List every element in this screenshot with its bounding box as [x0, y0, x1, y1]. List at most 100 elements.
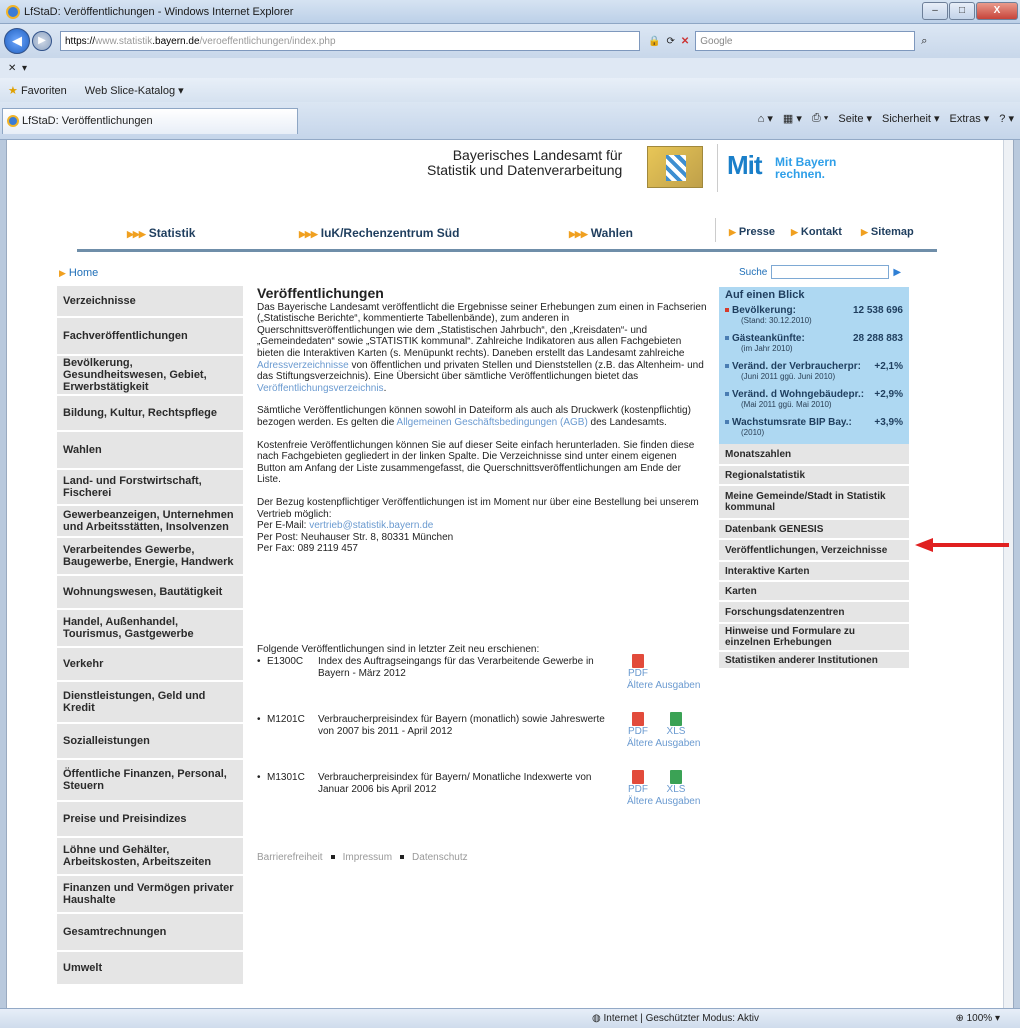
sidebar-item-finanzen-vermoegen[interactable]: Finanzen und Vermögen privater Haushalte: [57, 876, 243, 914]
sidebar-item-bildung[interactable]: Bildung, Kultur, Rechtspflege: [57, 396, 243, 432]
xls-download[interactable]: XLS: [665, 770, 687, 795]
menu-sicherheit[interactable]: Sicherheit ▾: [882, 112, 940, 125]
pub-code: E1300C: [267, 656, 304, 667]
sidebar-item-wahlen[interactable]: Wahlen: [57, 432, 243, 470]
glance-item[interactable]: Veränd. der Verbraucherpr: +2,1% (Juni 2…: [725, 361, 907, 387]
tab-current[interactable]: LfStaD: Veröffentlichungen: [2, 107, 298, 134]
sidebar-item-wohnungswesen[interactable]: Wohnungswesen, Bautätigkeit: [57, 576, 243, 610]
pdf-download[interactable]: PDF: [627, 654, 649, 679]
zoom-label: 100%: [966, 1013, 993, 1024]
right-nav-regionalstatistik[interactable]: Regionalstatistik: [719, 466, 909, 486]
right-nav-veroeffentlichungen[interactable]: Veröffentlichungen, Verzeichnisse: [719, 540, 909, 562]
sidebar-item-umwelt[interactable]: Umwelt: [57, 952, 243, 986]
pub-code: M1301C: [267, 772, 305, 783]
older-editions-link[interactable]: Ältere Ausgaben: [627, 680, 700, 691]
right-nav-interaktive-karten[interactable]: Interaktive Karten: [719, 562, 909, 582]
favorites-button[interactable]: ★ Favoriten: [8, 84, 67, 97]
tab-bar: LfStaD: Veröffentlichungen ⌂ ▾ ▦ ▾ ⎙ ▾ S…: [0, 102, 1020, 140]
close-tab-icon[interactable]: ✕: [8, 63, 16, 74]
right-nav-forschungsdatenzentren[interactable]: Forschungsdatenzentren: [719, 602, 909, 624]
sidebar-item-gewerbeanzeigen[interactable]: Gewerbeanzeigen, Unternehmen und Arbeits…: [57, 506, 243, 538]
search-label: Suche: [739, 266, 768, 278]
nav-kontakt[interactable]: ▶ Kontakt: [791, 226, 842, 238]
forward-button[interactable]: ▶: [32, 31, 52, 51]
nav-iuk[interactable]: ▶▶▶ IuK/Rechenzentrum Süd: [299, 226, 459, 240]
sidebar-item-landwirtschaft[interactable]: Land- und Forstwirtschaft, Fischerei: [57, 470, 243, 506]
bullet-icon: [725, 336, 729, 340]
glance-item[interactable]: Gästeankünfte: 28 288 883 (im Jahr 2010): [725, 333, 907, 359]
close-button[interactable]: X: [976, 2, 1018, 20]
glance-item[interactable]: Veränd. d Wohngebäudepr.: +2,9% (Mai 201…: [725, 389, 907, 415]
right-nav-hinweise[interactable]: Hinweise und Formulare zu einzelnen Erhe…: [719, 624, 909, 652]
older-editions-link[interactable]: Ältere Ausgaben: [627, 796, 700, 807]
sidebar-item-bevoelkerung[interactable]: Bevölkerung, Gesundheitswesen, Gebiet, E…: [57, 356, 243, 396]
help-icon[interactable]: ? ▾: [999, 112, 1014, 125]
link-email[interactable]: vertrieb@statistik.bayern.de: [309, 520, 433, 531]
search-icon[interactable]: ⌕: [921, 35, 927, 48]
link-veroeffentlichungsverzeichnis[interactable]: Veröffentlichungsverzeichnis: [257, 383, 384, 394]
vertical-scrollbar[interactable]: [1003, 140, 1013, 1008]
home-icon[interactable]: ⌂ ▾: [758, 112, 773, 125]
link-adressverzeichnisse[interactable]: Adressverzeichnisse: [257, 360, 349, 371]
web-slice-button[interactable]: Web Slice-Katalog ▾: [85, 84, 184, 97]
url-field[interactable]: https:// www.statistik .bayern.de /veroe…: [60, 31, 640, 51]
back-button[interactable]: ◀: [4, 28, 30, 54]
glance-sub: (Juni 2011 ggü. Juni 2010): [741, 372, 836, 381]
pub-description: Verbraucherpreisindex für Bayern (monatl…: [318, 714, 605, 737]
stop-icon[interactable]: ✕: [681, 36, 689, 47]
maximize-button[interactable]: □: [949, 2, 975, 20]
search-go-icon[interactable]: ▶: [893, 267, 901, 278]
pdf-download[interactable]: PDF: [627, 712, 649, 737]
security-zone[interactable]: ◍ Internet | Geschützter Modus: Aktiv: [592, 1013, 759, 1024]
nav-sitemap[interactable]: ▶ Sitemap: [861, 226, 914, 238]
pdf-icon: [632, 654, 644, 668]
glance-item[interactable]: Bevölkerung: 12 538 696 (Stand: 30.12.20…: [725, 305, 907, 331]
sidebar-item-handel[interactable]: Handel, Außenhandel, Tourismus, Gastgewe…: [57, 610, 243, 648]
refresh-icon[interactable]: ⟳: [666, 36, 674, 47]
nav-presse[interactable]: ▶ Presse: [729, 226, 775, 238]
convert-icon[interactable]: ▾: [22, 63, 27, 74]
print-icon[interactable]: ⎙ ▾: [812, 112, 828, 125]
lock-icon[interactable]: 🔒: [648, 36, 660, 47]
sidebar-item-dienstleistungen[interactable]: Dienstleistungen, Geld und Kredit: [57, 682, 243, 724]
glance-value: +3,9%: [874, 417, 903, 428]
right-nav-monatszahlen[interactable]: Monatszahlen: [719, 444, 909, 466]
search-engine-input[interactable]: Google: [695, 31, 916, 51]
nav-statistik[interactable]: ▶▶▶ Statistik: [127, 226, 195, 240]
right-nav-genesis[interactable]: Datenbank GENESIS: [719, 520, 909, 540]
arrow-icon: ▶▶▶: [569, 229, 588, 239]
sidebar-item-loehne[interactable]: Löhne und Gehälter, Arbeitskosten, Arbei…: [57, 838, 243, 876]
right-nav-karten[interactable]: Karten: [719, 582, 909, 602]
glance-label: Veränd. d Wohngebäudepr.:: [732, 389, 865, 400]
pdf-download[interactable]: PDF: [627, 770, 649, 795]
sidebar-item-fachveroeffentlichungen[interactable]: Fachveröffentlichungen: [57, 318, 243, 356]
sidebar-item-verzeichnisse[interactable]: Verzeichnisse: [57, 286, 243, 318]
mit-logo[interactable]: Mit: [727, 150, 763, 181]
xls-download[interactable]: XLS: [665, 712, 687, 737]
nav-sitemap-label: Sitemap: [870, 226, 914, 238]
main-navigation: ▶▶▶ Statistik ▶▶▶ IuK/Rechenzentrum Süd ▶▶…: [77, 218, 937, 252]
feeds-icon[interactable]: ▦ ▾: [783, 112, 802, 125]
zoom-level[interactable]: ⊕ 100% ▾: [955, 1013, 1000, 1024]
sidebar-item-verarbeitendes-gewerbe[interactable]: Verarbeitendes Gewerbe, Baugewerbe, Ener…: [57, 538, 243, 576]
minimize-button[interactable]: –: [922, 2, 948, 20]
sidebar-item-verkehr[interactable]: Verkehr: [57, 648, 243, 682]
right-nav-andere-institutionen[interactable]: Statistiken anderer Institutionen: [719, 652, 909, 670]
link-agb[interactable]: Allgemeinen Geschäftsbedingungen (AGB): [397, 417, 588, 428]
older-editions-link[interactable]: Ältere Ausgaben: [627, 738, 700, 749]
menu-seite[interactable]: Seite ▾: [838, 112, 872, 125]
footer-link-impressum[interactable]: Impressum: [343, 852, 392, 863]
footer-link-datenschutz[interactable]: Datenschutz: [412, 852, 468, 863]
right-nav-meine-gemeinde[interactable]: Meine Gemeinde/Stadt in Statistik kommun…: [719, 486, 909, 520]
sidebar-item-sozialleistungen[interactable]: Sozialleistungen: [57, 724, 243, 760]
footer-link-barrierefreiheit[interactable]: Barrierefreiheit: [257, 852, 323, 863]
sidebar-item-oeffentliche-finanzen[interactable]: Öffentliche Finanzen, Personal, Steuern: [57, 760, 243, 802]
sidebar-item-gesamtrechnungen[interactable]: Gesamtrechnungen: [57, 914, 243, 952]
breadcrumb-home[interactable]: ▶ Home: [59, 267, 98, 279]
nav-wahlen[interactable]: ▶▶▶ Wahlen: [569, 226, 633, 240]
glance-item[interactable]: Wachstumsrate BIP Bay.: +3,9% (2010): [725, 417, 907, 443]
sidebar-item-preise[interactable]: Preise und Preisindizes: [57, 802, 243, 838]
glance-sub: (2010): [741, 428, 765, 437]
search-input[interactable]: [771, 265, 890, 279]
menu-extras[interactable]: Extras ▾: [950, 112, 990, 125]
